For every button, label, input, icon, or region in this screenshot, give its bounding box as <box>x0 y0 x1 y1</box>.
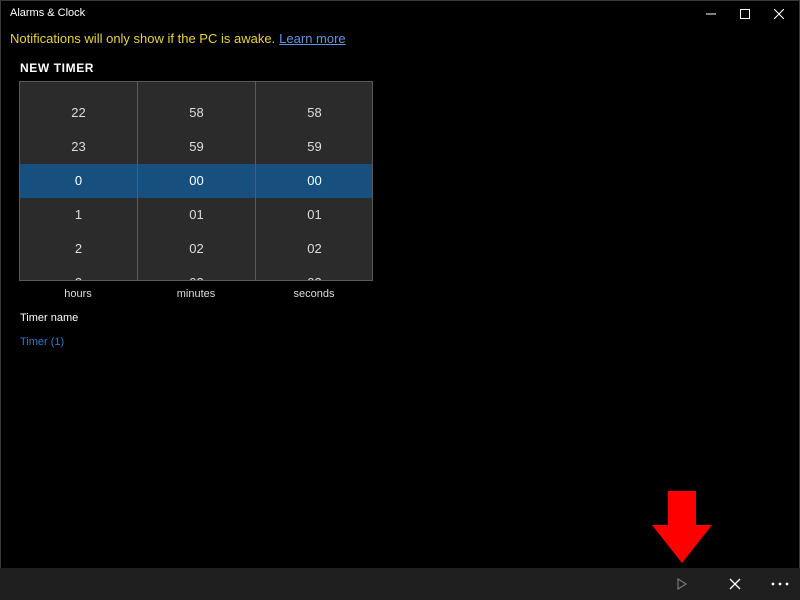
timer-name-field[interactable]: Timer (1) <box>20 336 64 348</box>
minutes-option[interactable]: 03 <box>138 266 255 280</box>
notification-text: Notifications will only show if the PC i… <box>10 31 276 46</box>
hours-option[interactable]: 2 <box>20 232 137 266</box>
start-button[interactable] <box>662 568 702 600</box>
page-title: NEW TIMER <box>20 61 95 75</box>
minutes-option[interactable]: 00 <box>138 164 255 198</box>
hours-option[interactable]: 0 <box>20 164 137 198</box>
command-bar <box>0 568 800 600</box>
seconds-option[interactable]: 02 <box>256 232 372 266</box>
minutes-option[interactable]: 59 <box>138 130 255 164</box>
seconds-option[interactable]: 01 <box>256 198 372 232</box>
minutes-option[interactable]: 01 <box>138 198 255 232</box>
seconds-option[interactable]: 03 <box>256 266 372 280</box>
discard-button[interactable] <box>715 568 755 600</box>
seconds-option[interactable]: 58 <box>256 96 372 130</box>
hours-column[interactable]: 22230123 <box>20 82 137 280</box>
minutes-column[interactable]: 585900010203 <box>138 82 255 280</box>
hours-option[interactable]: 1 <box>20 198 137 232</box>
minutes-option[interactable]: 58 <box>138 96 255 130</box>
notification-banner: Notifications will only show if the PC i… <box>10 31 346 46</box>
app-title: Alarms & Clock <box>10 7 86 19</box>
hours-label: hours <box>64 288 92 300</box>
more-button[interactable] <box>760 568 800 600</box>
time-picker[interactable]: 22230123 585900010203 585900010203 <box>19 81 373 281</box>
learn-more-link[interactable]: Learn more <box>279 31 345 46</box>
hours-option[interactable]: 3 <box>20 266 137 280</box>
more-icon <box>771 582 789 586</box>
timer-name-label: Timer name <box>20 312 79 324</box>
close-icon <box>774 9 784 19</box>
maximize-button[interactable] <box>728 0 762 28</box>
play-icon <box>677 578 687 590</box>
hours-option[interactable]: 22 <box>20 96 137 130</box>
minutes-label: minutes <box>176 288 216 300</box>
red-down-arrow-annotation <box>652 491 712 563</box>
seconds-label: seconds <box>293 288 335 300</box>
seconds-column[interactable]: 585900010203 <box>256 82 372 280</box>
maximize-icon <box>740 9 750 19</box>
column-divider <box>255 82 256 280</box>
seconds-option[interactable]: 59 <box>256 130 372 164</box>
minutes-option[interactable]: 02 <box>138 232 255 266</box>
column-divider <box>137 82 138 280</box>
hours-option[interactable]: 23 <box>20 130 137 164</box>
minimize-button[interactable] <box>694 0 728 28</box>
close-button[interactable] <box>762 0 796 28</box>
minimize-icon <box>706 13 716 15</box>
title-bar: Alarms & Clock <box>0 0 800 28</box>
x-icon <box>729 578 741 590</box>
seconds-option[interactable]: 00 <box>256 164 372 198</box>
